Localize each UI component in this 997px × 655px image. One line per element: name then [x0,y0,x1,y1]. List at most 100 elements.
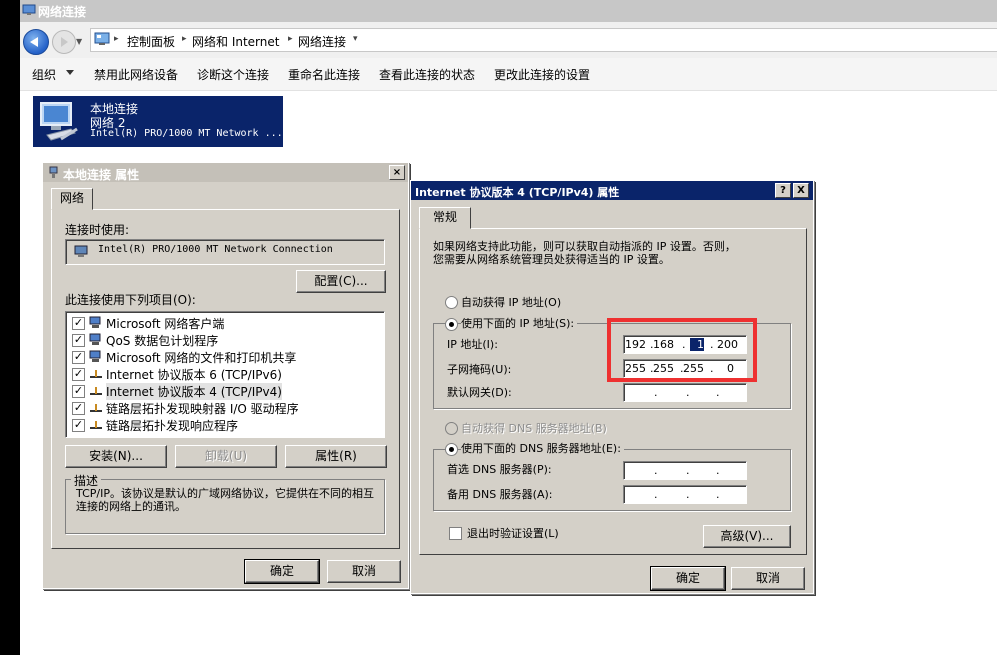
manual-dns-label[interactable]: 使用下面的 DNS 服务器地址(E): [461,440,624,456]
components-list[interactable]: ✓ Microsoft 网络客户端 ✓ QoS 数据包计划程序 ✓ Micros… [65,311,385,438]
tab-general[interactable]: 常规 [419,207,471,229]
component-label: Internet 协议版本 4 (TCP/IPv4) [106,383,282,400]
connection-adapter: Intel(R) PRO/1000 MT Network ... [90,128,283,139]
address-box[interactable]: ▸ 控制面板 ▸ 网络和 Internet ▸ 网络连接 ▾ [90,28,997,52]
network-connections-icon [22,4,36,15]
auto-ip-radio[interactable] [445,296,458,309]
view-status-button[interactable]: 查看此连接的状态 [379,66,475,83]
component-checkbox[interactable]: ✓ [72,402,85,415]
breadcrumb-network-connections[interactable]: 网络连接 [298,33,346,50]
cancel-button[interactable]: 取消 [731,567,805,590]
uninstall-button[interactable]: 卸载(U) [175,445,277,468]
advanced-button[interactable]: 高级(V)... [703,525,791,548]
help-button[interactable]: ? [775,183,791,198]
component-label: Microsoft 网络的文件和打印机共享 [106,351,297,365]
component-label: Internet 协议版本 6 (TCP/IPv6) [106,368,282,382]
alternate-dns-input[interactable]: . . . [623,485,747,504]
dns-dot: . [654,464,658,477]
left-dark-strip [0,0,20,655]
adapter-name: Intel(R) PRO/1000 MT Network Connection [98,244,333,255]
list-item[interactable]: ✓ 链路层拓扑发现映射器 I/O 驱动程序 [70,399,370,416]
rename-connection-button[interactable]: 重命名此连接 [288,66,360,83]
component-checkbox[interactable]: ✓ [72,317,85,330]
gateway-input[interactable]: . . . [623,383,747,402]
ok-button[interactable]: 确定 [650,566,726,591]
manual-dns-radio[interactable] [445,443,458,456]
list-item[interactable]: ✓ Internet 协议版本 6 (TCP/IPv6) [70,365,370,382]
change-settings-button[interactable]: 更改此连接的设置 [494,66,590,83]
connection-icon [49,166,58,178]
control-panel-icon [94,32,110,45]
recent-pages-chevron-icon[interactable]: ▼ [76,37,82,46]
intro-line2: 您需要从网络系统管理员处获得适当的 IP 设置。 [433,253,670,266]
protocol-icon [90,421,102,429]
auto-ip-label[interactable]: 自动获得 IP 地址(O) [461,294,561,310]
organize-caret-icon[interactable] [66,70,74,75]
component-checkbox[interactable]: ✓ [72,368,85,381]
properties-button[interactable]: 属性(R) [285,445,387,468]
validate-label[interactable]: 退出时验证设置(L) [467,525,559,541]
file-sharing-icon [89,350,101,362]
list-item[interactable]: ✓ Internet 协议版本 4 (TCP/IPv4) [70,382,370,400]
dns-dot: . [716,464,720,477]
manual-ip-radio[interactable] [445,318,458,331]
gateway-dot: . [686,386,690,399]
organize-menu[interactable]: 组织 [32,66,56,83]
install-button[interactable]: 安装(N)... [65,445,167,468]
breadcrumb-dropdown-icon[interactable]: ▾ [353,34,358,44]
list-item[interactable]: ✓ Microsoft 网络客户端 [70,314,370,331]
configure-button[interactable]: 配置(C)... [296,270,386,293]
list-item[interactable]: ✓ QoS 数据包计划程序 [70,331,370,348]
dns-dot: . [716,488,720,501]
list-item[interactable]: ✓ Microsoft 网络的文件和打印机共享 [70,348,370,365]
protocol-icon [90,370,102,378]
gateway-dot: . [654,386,658,399]
dialog-title-bar: Internet 协议版本 4 (TCP/IPv4) 属性 ? X [411,181,813,200]
connection-tile-local[interactable]: 本地连接 网络 2 Intel(R) PRO/1000 MT Network .… [33,96,283,147]
ip-address-label: IP 地址(I): [447,338,498,351]
breadcrumb-control-panel[interactable]: 控制面板 [127,33,175,50]
back-button[interactable] [23,29,49,55]
dns-dot: . [686,488,690,501]
window-title: 网络连接 [38,5,87,19]
preferred-dns-label: 首选 DNS 服务器(P): [447,463,552,476]
disable-device-button[interactable]: 禁用此网络设备 [94,66,178,83]
protocol-icon [90,387,102,395]
breadcrumb-separator[interactable]: ▸ [288,34,293,44]
breadcrumb-separator[interactable]: ▸ [182,34,187,44]
dialog-title: Internet 协议版本 4 (TCP/IPv4) 属性 [415,186,620,199]
breadcrumb-separator[interactable]: ▸ [114,34,119,44]
validate-checkbox[interactable] [449,527,462,540]
component-checkbox[interactable]: ✓ [72,385,85,398]
gateway-label: 默认网关(D): [447,386,512,399]
component-checkbox[interactable]: ✓ [72,419,85,432]
qos-icon [89,333,101,345]
description-text: TCP/IP。该协议是默认的广域网络协议，它提供在不同的相互连接的网络上的通讯。 [76,487,374,513]
address-bar: ▼ ▸ 控制面板 ▸ 网络和 Internet ▸ 网络连接 ▾ [20,22,997,59]
auto-dns-radio[interactable] [445,422,458,435]
manual-ip-label[interactable]: 使用下面的 IP 地址(S): [461,315,578,331]
breadcrumb-network-internet[interactable]: 网络和 Internet [192,33,279,50]
preferred-dns-input[interactable]: . . . [623,461,747,480]
close-button[interactable]: X [793,183,809,198]
cancel-button[interactable]: 取消 [327,560,401,583]
close-button[interactable]: × [389,165,405,180]
dns-dot: . [654,488,658,501]
component-label: QoS 数据包计划程序 [106,334,219,348]
network-client-icon [89,316,101,328]
forward-button[interactable] [52,30,76,54]
protocol-icon [90,404,102,412]
tab-network[interactable]: 网络 [51,188,93,210]
ok-button[interactable]: 确定 [244,559,320,584]
subnet-mask-label: 子网掩码(U): [447,363,512,376]
component-checkbox[interactable]: ✓ [72,334,85,347]
component-label: Microsoft 网络客户端 [106,317,225,331]
dialog-title: 本地连接 属性 [63,168,140,182]
component-checkbox[interactable]: ✓ [72,351,85,364]
title-bar: 网络连接 [20,0,997,22]
gateway-dot: . [716,386,720,399]
auto-dns-label[interactable]: 自动获得 DNS 服务器地址(B) [461,420,607,436]
component-label: 链路层拓扑发现映射器 I/O 驱动程序 [106,402,299,416]
list-item[interactable]: ✓ 链路层拓扑发现响应程序 [70,416,370,433]
diagnose-connection-button[interactable]: 诊断这个连接 [197,66,269,83]
